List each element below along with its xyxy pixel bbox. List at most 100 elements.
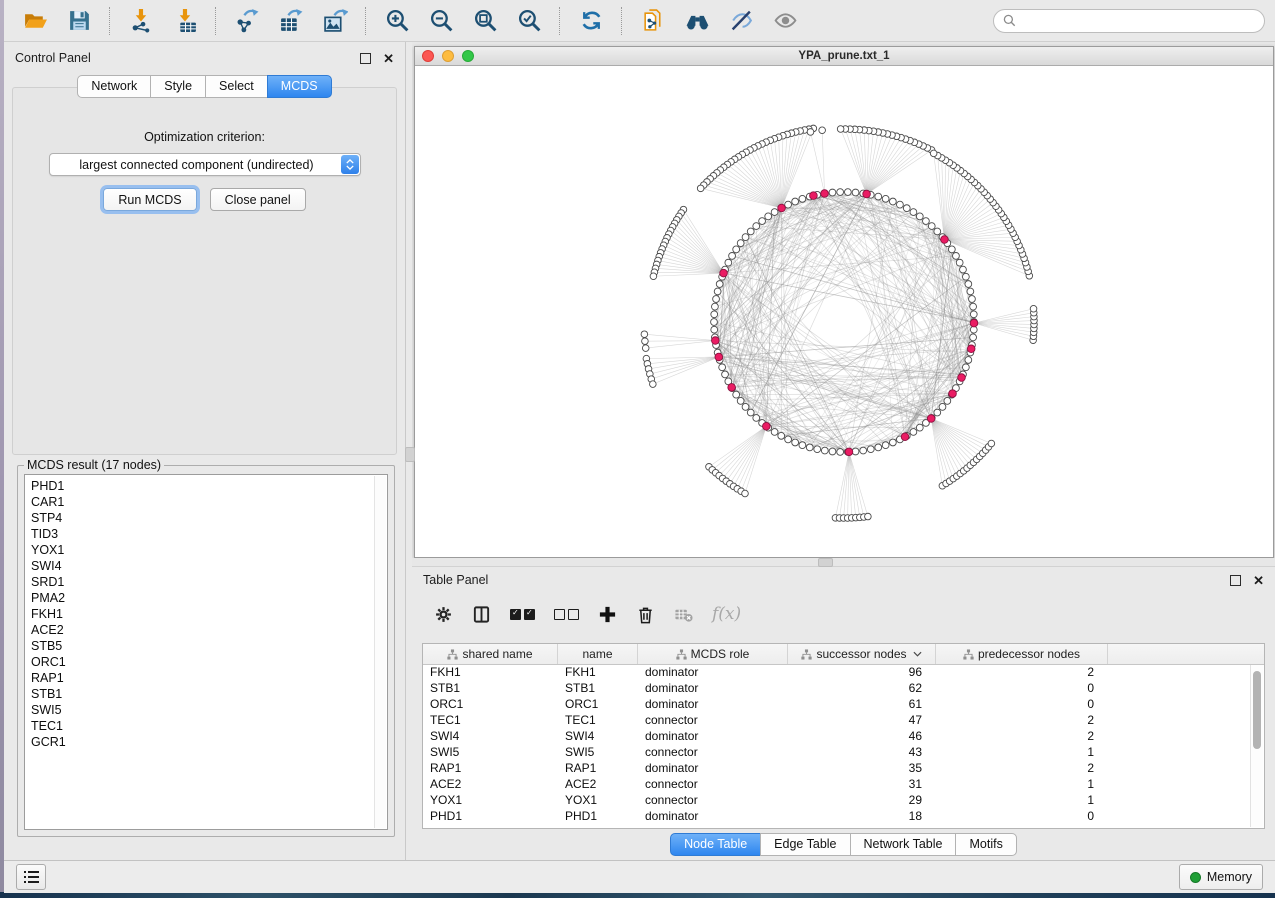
mcds-result-item[interactable]: ACE2	[31, 622, 387, 638]
table-cell[interactable]: 2	[936, 665, 1108, 679]
splitter-grip[interactable]	[818, 558, 833, 567]
export-image-icon[interactable]	[314, 4, 356, 38]
table-row[interactable]: YOX1YOX1connector291	[423, 792, 1250, 808]
mcds-result-item[interactable]: RAP1	[31, 670, 387, 686]
tab-network-table[interactable]: Network Table	[850, 833, 957, 856]
column-header-name[interactable]: name	[558, 644, 638, 664]
table-cell[interactable]: TEC1	[558, 713, 638, 727]
add-column-icon[interactable]	[598, 601, 617, 627]
run-mcds-button[interactable]: Run MCDS	[103, 188, 196, 211]
splitter-grip[interactable]	[405, 447, 415, 462]
table-cell[interactable]: 2	[936, 729, 1108, 743]
select-all-rows-icon[interactable]	[510, 601, 535, 627]
tab-motifs[interactable]: Motifs	[955, 833, 1016, 856]
table-cell[interactable]: dominator	[638, 729, 788, 743]
table-cell[interactable]: PHD1	[558, 809, 638, 823]
list-scrollbar-track[interactable]	[374, 476, 386, 828]
save-session-icon[interactable]	[58, 4, 100, 38]
network-canvas[interactable]	[415, 66, 1273, 557]
mcds-result-item[interactable]: STB1	[31, 686, 387, 702]
table-row[interactable]: RAP1RAP1dominator352	[423, 760, 1250, 776]
table-row[interactable]: ORC1ORC1dominator610	[423, 696, 1250, 712]
refresh-layout-icon[interactable]	[570, 4, 612, 38]
show-panels-button[interactable]	[16, 864, 46, 890]
table-row[interactable]: SWI4SWI4dominator462	[423, 728, 1250, 744]
mcds-result-item[interactable]: SRD1	[31, 574, 387, 590]
table-cell[interactable]: 0	[936, 697, 1108, 711]
table-cell[interactable]: ACE2	[423, 777, 558, 791]
settings-gear-icon[interactable]	[434, 601, 453, 627]
table-scrollbar-thumb[interactable]	[1253, 671, 1261, 749]
table-cell[interactable]: SWI5	[558, 745, 638, 759]
mcds-result-item[interactable]: PMA2	[31, 590, 387, 606]
mcds-result-list[interactable]: PHD1CAR1STP4TID3YOX1SWI4SRD1PMA2FKH1ACE2…	[24, 474, 388, 830]
optimization-dropdown[interactable]: largest connected component (undirected)	[49, 153, 361, 176]
search-binoculars-icon[interactable]	[676, 4, 718, 38]
column-header-shared-name[interactable]: shared name	[423, 644, 558, 664]
mcds-result-item[interactable]: ORC1	[31, 654, 387, 670]
export-table-icon[interactable]	[270, 4, 312, 38]
table-scrollbar-track[interactable]	[1250, 665, 1263, 827]
zoom-fit-icon[interactable]	[464, 4, 506, 38]
table-cell[interactable]: dominator	[638, 665, 788, 679]
float-panel-icon[interactable]	[1230, 575, 1241, 586]
table-cell[interactable]: YOX1	[423, 793, 558, 807]
table-cell[interactable]: ORC1	[558, 697, 638, 711]
table-cell[interactable]: dominator	[638, 681, 788, 695]
table-cell[interactable]: ACE2	[558, 777, 638, 791]
table-cell[interactable]: SWI4	[558, 729, 638, 743]
table-cell[interactable]: 1	[936, 793, 1108, 807]
tab-mcds[interactable]: MCDS	[267, 75, 332, 98]
column-header-predecessor-nodes[interactable]: predecessor nodes	[936, 644, 1108, 664]
table-row[interactable]: PHD1PHD1dominator180	[423, 808, 1250, 824]
mcds-result-item[interactable]: STB5	[31, 638, 387, 654]
network-document-icon[interactable]	[632, 4, 674, 38]
tab-node-table[interactable]: Node Table	[670, 833, 761, 856]
vertical-splitter[interactable]	[406, 42, 412, 860]
function-builder-icon[interactable]: f(x)	[712, 601, 741, 627]
table-cell[interactable]: 96	[788, 665, 936, 679]
table-row[interactable]: STB1STB1dominator620	[423, 680, 1250, 696]
mcds-result-item[interactable]: GCR1	[31, 734, 387, 750]
tab-edge-table[interactable]: Edge Table	[760, 833, 850, 856]
mcds-result-item[interactable]: STP4	[31, 510, 387, 526]
table-row[interactable]: FKH1FKH1dominator962	[423, 664, 1250, 680]
table-cell[interactable]: 1	[936, 745, 1108, 759]
table-cell[interactable]: ORC1	[423, 697, 558, 711]
memory-button[interactable]: Memory	[1179, 864, 1263, 890]
horizontal-splitter[interactable]	[412, 558, 1275, 566]
table-cell[interactable]: 29	[788, 793, 936, 807]
table-cell[interactable]: FKH1	[423, 665, 558, 679]
network-graph[interactable]	[415, 66, 1273, 557]
open-file-icon[interactable]	[14, 4, 56, 38]
mcds-result-item[interactable]: FKH1	[31, 606, 387, 622]
zoom-selected-icon[interactable]	[508, 4, 550, 38]
table-row[interactable]: TEC1TEC1connector472	[423, 712, 1250, 728]
table-cell[interactable]: 62	[788, 681, 936, 695]
table-cell[interactable]: dominator	[638, 761, 788, 775]
table-cell[interactable]: connector	[638, 777, 788, 791]
table-row[interactable]: SWI5SWI5connector431	[423, 744, 1250, 760]
close-panel-icon[interactable]: ✕	[1253, 574, 1264, 587]
tab-network[interactable]: Network	[77, 75, 151, 98]
table-cell[interactable]: TEC1	[423, 713, 558, 727]
tab-style[interactable]: Style	[150, 75, 206, 98]
table-cell[interactable]: connector	[638, 745, 788, 759]
table-cell[interactable]: connector	[638, 713, 788, 727]
column-header-MCDS-role[interactable]: MCDS role	[638, 644, 788, 664]
close-panel-button[interactable]: Close panel	[210, 188, 306, 211]
table-cell[interactable]: 35	[788, 761, 936, 775]
table-cell[interactable]: 47	[788, 713, 936, 727]
table-row[interactable]: ACE2ACE2connector311	[423, 776, 1250, 792]
table-cell[interactable]: YOX1	[558, 793, 638, 807]
table-cell[interactable]: 0	[936, 681, 1108, 695]
toggle-graphics-details-icon[interactable]	[720, 4, 762, 38]
table-cell[interactable]: 43	[788, 745, 936, 759]
network-window-titlebar[interactable]: YPA_prune.txt_1	[415, 47, 1273, 66]
close-panel-icon[interactable]: ✕	[383, 52, 394, 65]
mcds-result-item[interactable]: CAR1	[31, 494, 387, 510]
import-table-icon[interactable]	[164, 4, 206, 38]
table-cell[interactable]: FKH1	[558, 665, 638, 679]
show-eye-icon[interactable]	[764, 4, 806, 38]
delete-column-icon[interactable]	[636, 601, 655, 627]
